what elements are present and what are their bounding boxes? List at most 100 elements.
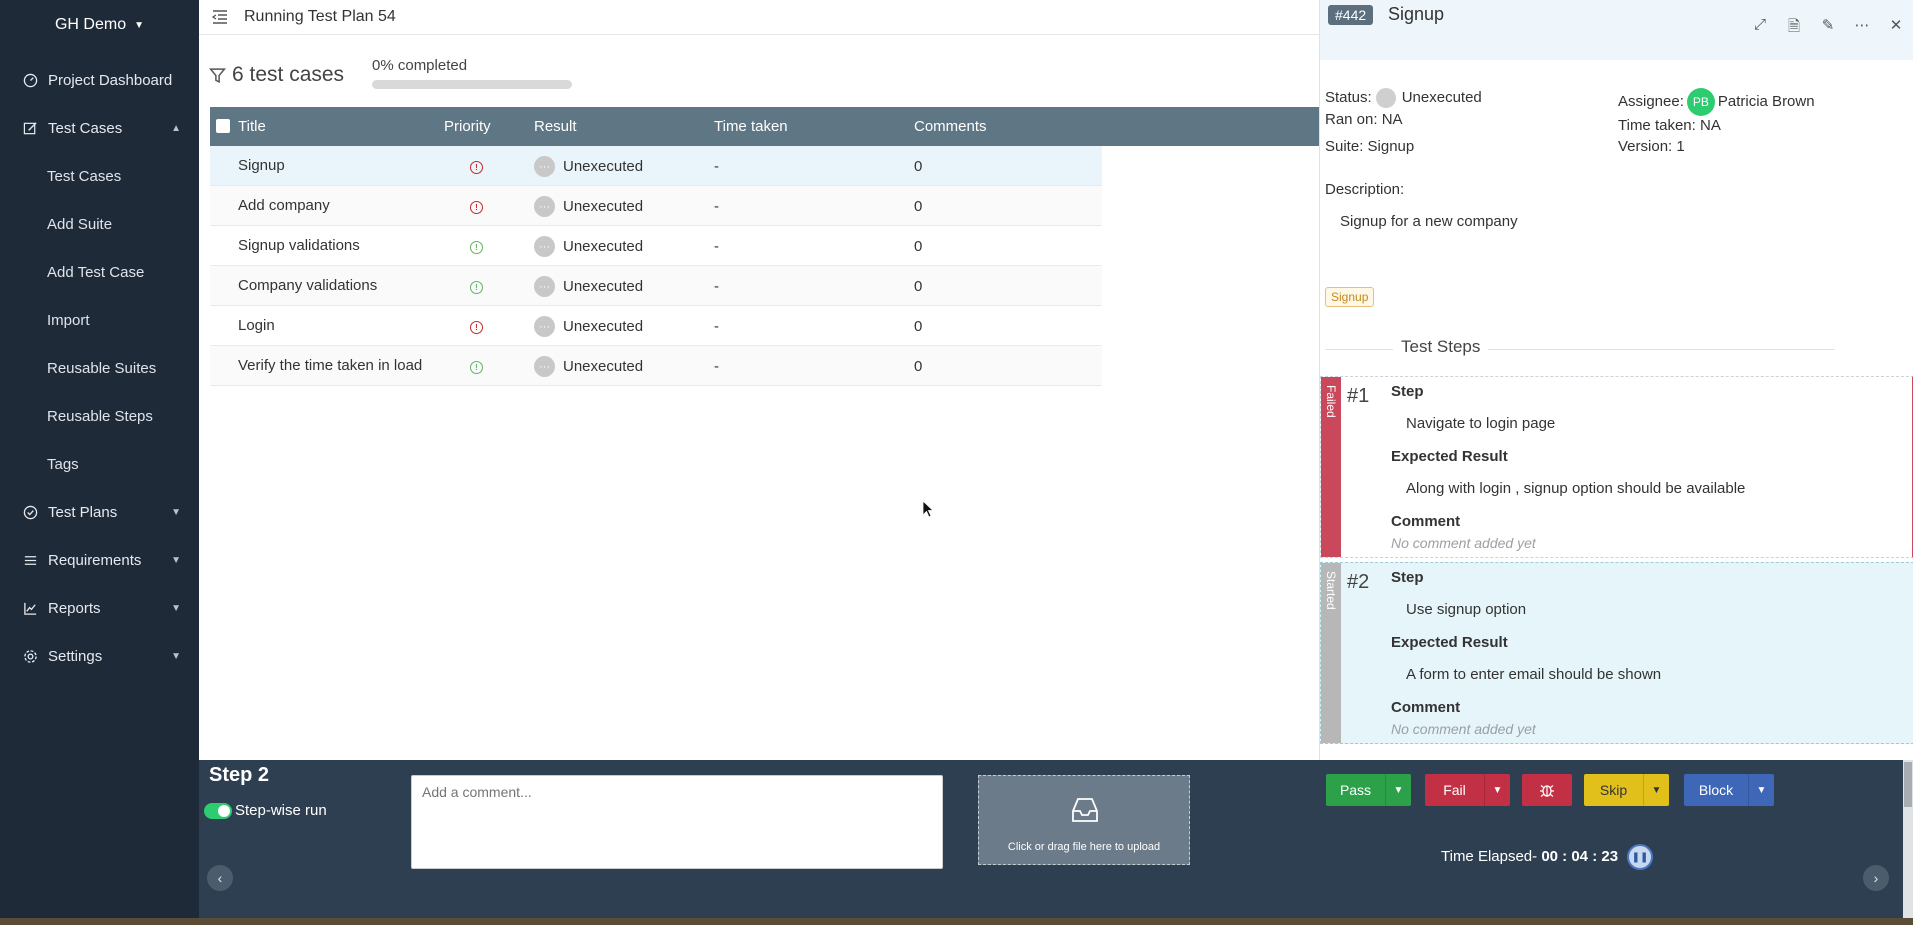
project-switcher[interactable]: GH Demo ▼ <box>0 0 199 50</box>
edit-icon[interactable]: ✎ <box>1811 16 1845 41</box>
column-result[interactable]: Result <box>534 118 577 135</box>
sidebar-subitem-add-test-case[interactable]: Add Test Case <box>0 248 199 296</box>
test-case-id-badge: #442 <box>1328 5 1374 25</box>
chart-icon <box>22 600 38 616</box>
ran-on-field: Ran on: NA <box>1325 111 1403 128</box>
step-state-label: Failed <box>1321 377 1341 557</box>
description-text: Signup for a new company <box>1340 213 1518 230</box>
table-row[interactable]: Signup validations ! ··· Unexecuted - 0 <box>210 226 1102 266</box>
stepwise-run-toggle[interactable] <box>204 803 232 819</box>
sidebar-item-test-plans[interactable]: Test Plans ▼ <box>0 488 199 536</box>
time-taken-field: Time taken: NA <box>1618 117 1721 134</box>
inbox-icon <box>1072 798 1098 822</box>
comment-input[interactable] <box>411 775 943 869</box>
table-row[interactable]: Company validations ! ··· Unexecuted - 0 <box>210 266 1102 306</box>
collapse-menu-icon[interactable] <box>211 8 229 26</box>
row-comments: 0 <box>914 158 923 175</box>
table-row[interactable]: Add company ! ··· Unexecuted - 0 <box>210 186 1102 226</box>
step-label: Step <box>1391 569 1424 586</box>
step-state-label: Started <box>1321 563 1341 743</box>
sidebar-subitem-import[interactable]: Import <box>0 296 199 344</box>
row-result: Unexecuted <box>563 158 644 175</box>
sidebar-item-settings[interactable]: Settings ▼ <box>0 632 199 680</box>
block-dropdown-icon[interactable]: ▼ <box>1748 774 1774 806</box>
priority-high-icon: ! <box>470 321 483 334</box>
scrollbar[interactable] <box>1903 760 1913 925</box>
filter-icon[interactable] <box>209 67 226 84</box>
sidebar-subitem-reusable-suites[interactable]: Reusable Suites <box>0 344 199 392</box>
expected-result-text: A form to enter email should be shown <box>1406 666 1662 683</box>
status-icon <box>1375 88 1396 108</box>
sidebar-item-requirements[interactable]: Requirements ▼ <box>0 536 199 584</box>
assignee-label: Assignee: <box>1618 92 1684 110</box>
file-upload-dropzone[interactable]: Click or drag file here to upload <box>978 775 1190 865</box>
suite-field: Suite: Signup <box>1325 138 1414 155</box>
block-button-label[interactable]: Block <box>1684 774 1748 806</box>
sidebar-item-reports[interactable]: Reports ▼ <box>0 584 199 632</box>
table-row[interactable]: Signup ! ··· Unexecuted - 0 <box>210 146 1102 186</box>
fail-dropdown-icon[interactable]: ▼ <box>1484 774 1510 806</box>
step-number: #2 <box>1347 571 1370 593</box>
test-step-card[interactable]: Failed #1 Step Navigate to login page Ex… <box>1320 376 1913 558</box>
tag-badge[interactable]: Signup <box>1325 287 1375 307</box>
caret-down-icon: ▼ <box>134 19 145 31</box>
step-text: Navigate to login page <box>1406 415 1556 432</box>
status-field: Status: Unexecuted <box>1325 88 1482 108</box>
row-title: Add company <box>238 197 330 214</box>
description-label: Description: <box>1325 181 1405 198</box>
comment-label: Comment <box>1391 513 1461 530</box>
column-title[interactable]: Title <box>238 118 266 135</box>
row-result: Unexecuted <box>563 358 644 375</box>
sidebar-subitem-reusable-steps[interactable]: Reusable Steps <box>0 392 199 440</box>
result-status-icon: ··· <box>534 356 555 377</box>
block-button[interactable]: Block ▼ <box>1684 774 1774 806</box>
row-result: Unexecuted <box>563 318 644 335</box>
priority-high-icon: ! <box>470 201 483 214</box>
pass-button[interactable]: Pass ▼ <box>1326 774 1411 806</box>
column-time-taken[interactable]: Time taken <box>714 118 788 135</box>
sidebar-item-project-dashboard[interactable]: Project Dashboard <box>0 56 199 104</box>
table-row[interactable]: Login ! ··· Unexecuted - 0 <box>210 306 1102 346</box>
column-priority[interactable]: Priority <box>444 118 491 135</box>
select-all-checkbox[interactable] <box>216 119 230 133</box>
more-options-icon[interactable]: ⋯ <box>1845 16 1879 41</box>
sidebar-subitem-tags[interactable]: Tags <box>0 440 199 488</box>
sidebar-subitem-test-cases[interactable]: Test Cases <box>0 152 199 200</box>
pass-dropdown-icon[interactable]: ▼ <box>1385 774 1411 806</box>
test-step-card[interactable]: Started #2 Step Use signup option Expect… <box>1320 562 1913 744</box>
table-row[interactable]: Verify the time taken in load ! ··· Unex… <box>210 346 1102 386</box>
progress: 0% completed <box>372 57 572 89</box>
next-step-button[interactable]: › <box>1863 865 1889 891</box>
panel-header: #442 Signup ⤢ 🗎 ✎ ⋯ ✕ <box>1320 0 1913 60</box>
document-icon[interactable]: 🗎 <box>1777 16 1811 41</box>
pause-timer-button[interactable]: ❚❚ <box>1627 844 1653 870</box>
test-steps-title: Test Steps <box>1393 337 1489 357</box>
previous-step-button[interactable]: ‹ <box>207 865 233 891</box>
step-text: Use signup option <box>1406 601 1527 618</box>
skip-button-label[interactable]: Skip <box>1584 774 1643 806</box>
desktop-background <box>0 918 1913 925</box>
fail-button-label[interactable]: Fail <box>1425 774 1484 806</box>
skip-button[interactable]: Skip ▼ <box>1584 774 1669 806</box>
table-header: Title Priority Result Time taken Comment… <box>210 107 1319 146</box>
row-time: - <box>714 238 719 255</box>
report-bug-button[interactable] <box>1522 774 1572 806</box>
summary: 6 test cases <box>209 55 344 95</box>
scrollbar-thumb[interactable] <box>1904 762 1912 807</box>
status-label: Status: <box>1325 88 1372 106</box>
row-comments: 0 <box>914 238 923 255</box>
close-icon[interactable]: ✕ <box>1879 16 1913 41</box>
sidebar-item-label: Settings <box>48 647 103 665</box>
sidebar-item-test-cases[interactable]: Test Cases ▲ <box>0 104 199 152</box>
sidebar-subitem-add-suite[interactable]: Add Suite <box>0 200 199 248</box>
skip-dropdown-icon[interactable]: ▼ <box>1643 774 1669 806</box>
pass-button-label[interactable]: Pass <box>1326 774 1385 806</box>
panel-title: Signup <box>1388 4 1445 24</box>
version-label: Version: <box>1618 138 1673 155</box>
expand-icon[interactable]: ⤢ <box>1743 16 1777 41</box>
row-comments: 0 <box>914 198 923 215</box>
column-comments[interactable]: Comments <box>914 118 987 135</box>
result-status-icon: ··· <box>534 156 555 177</box>
row-title: Verify the time taken in load <box>238 357 423 374</box>
fail-button[interactable]: Fail ▼ <box>1425 774 1510 806</box>
